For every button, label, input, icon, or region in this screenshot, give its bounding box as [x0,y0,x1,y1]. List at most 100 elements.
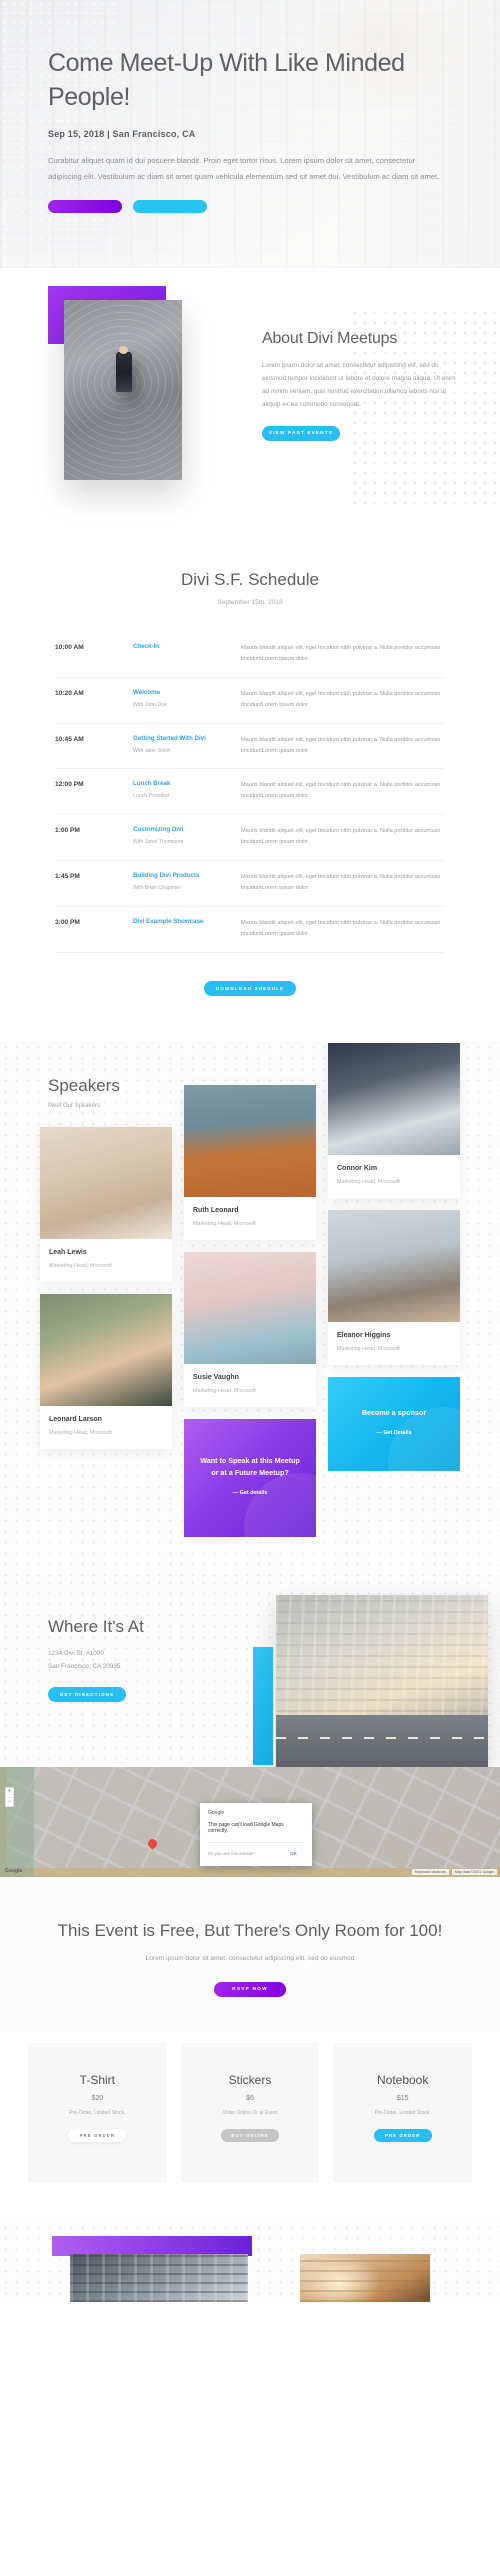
schedule-session: Welcome With John Doe [133,689,241,708]
product-order-button[interactable]: BUY ONLINE [221,2129,279,2143]
schedule-session-title[interactable]: Building Divi Products [133,872,241,879]
product-order-button[interactable]: PRE ORDER [373,2129,432,2143]
location-title: Where It's At [48,1616,144,1636]
location-city-image [276,1594,488,1767]
product-note: Pre-Order, Limited Stock. [69,2110,126,2117]
about-title: About Divi Meetups [262,330,398,347]
speakers-column-1: Leah Lewis Marketing Head, Microsoft Leo… [40,1126,172,1449]
speaker-name: Susie Vaughn [193,1373,239,1381]
speaker-role: Marketing Head, Microsoft [49,1262,112,1269]
dialog-ok-button[interactable]: OK [283,1849,304,1858]
rsvp-section: This Event is Free, But There's Only Roo… [0,1876,500,2032]
schedule-session-speaker: With Brian Chapman [133,885,181,892]
speaker-photo [40,1293,172,1406]
address-line-1: 1234 Divi St. #1000 [48,1649,104,1657]
schedule-session: Building Divi Products With Brian Chapman [133,872,241,891]
speaker-name: Leonard Larson [49,1415,102,1423]
product-note: Order Online Or at Event [222,2110,278,2117]
product-name: T-Shirt [79,2073,115,2088]
schedule-time: 3:00 PM [55,918,80,926]
sponsor-promo-link[interactable]: — Get Details [342,1430,446,1436]
schedule-table: 10:00 AM Check-In Mauris blandit aliquet e… [55,632,445,953]
map-section[interactable]: + − Google This page can't load Google M… [0,1766,500,1877]
zoom-out-button[interactable]: − [6,1796,13,1806]
schedule-session-title[interactable]: Lunch Break [133,780,241,787]
schedule-row: 1:45 PM Building Divi Products With Brian … [55,861,445,907]
map-data-label: Map data ©2021 Google [451,1868,497,1875]
zoom-in-button[interactable]: + [6,1788,13,1797]
schedule-session-speaker: Lunch Provided [133,793,170,800]
product-note: Pre-Order, Limited Stock. [374,2110,431,2117]
speaker-card[interactable]: Eleanor Higgins Marketing Head, Microsof… [328,1209,460,1365]
speakers-column-3: Connor Kim Marketing Head, Microsoft Ele… [328,1042,460,1471]
download-schedule-button[interactable]: DOWNLOAD SHEDULE [204,980,296,996]
product-order-button[interactable]: PRE ORDER [68,2129,127,2143]
speak-promo-link[interactable]: — Get details [198,1490,302,1496]
view-past-events-button[interactable]: VIEW PAST EVENTS [262,425,340,441]
speaker-card[interactable]: Susie Vaughn Marketing Head, Microsoft [184,1251,316,1407]
sponsor-promo-title: Become a sponsor [361,1408,427,1418]
speaker-card[interactable]: Leonard Larson Marketing Head, Microsoft [40,1293,172,1449]
footer-teaser-section [0,2222,500,2303]
speaker-name: Eleanor Higgins [337,1331,391,1339]
teaser-gradient-accent [52,2236,252,2257]
speaker-photo [184,1251,316,1364]
rsvp-subtitle: Lorem ipsum dolor sit amet, consectetur … [145,1955,355,1963]
schedule-row: 10:20 AM Welcome With John Doe Mauris bland… [55,678,445,724]
about-body: Lorem ipsum dolor sit amet, consectetur … [262,362,456,409]
hero-secondary-button[interactable] [133,200,207,214]
speaker-photo [328,1209,460,1322]
speaker-card[interactable]: Ruth Leonard Marketing Head, Microsoft [184,1084,316,1240]
keyboard-shortcuts-label[interactable]: Keyboard shortcuts [411,1868,449,1875]
product-price: $20 [91,2095,104,2103]
schedule-session: Divi Example Showcase [133,918,241,925]
schedule-session: Getting Started With Divi With Jane Smith [133,735,241,754]
schedule-row: 3:00 PM Divi Example Showcase Mauris bland… [55,907,445,953]
schedule-session-speaker: With Jane Smith [133,747,171,754]
map-zoom-controls[interactable]: + − [5,1786,14,1807]
schedule-time: 10:00 AM [55,644,84,651]
speakers-grid: Leah Lewis Marketing Head, Microsoft Leo… [0,1042,500,1537]
rsvp-now-button[interactable]: RSVP NOW [214,1982,286,1998]
schedule-time: 10:45 AM [55,735,84,743]
speaker-card[interactable]: Connor Kim Marketing Head, Microsoft [328,1042,460,1198]
speaker-photo [40,1126,172,1239]
hero-primary-button[interactable] [48,200,122,214]
schedule-time: 12:00 PM [55,781,84,789]
speaker-role: Marketing Head, Microsoft [337,1178,400,1185]
speaker-role: Marketing Head, Microsoft [193,1387,256,1394]
schedule-time: 1:45 PM [55,873,80,881]
schedule-session: Customizing Divi With Janet Thompson [133,826,241,845]
speaker-card[interactable]: Leah Lewis Marketing Head, Microsoft [40,1126,172,1282]
schedule-title: Divi S.F. Schedule [181,570,319,589]
become-sponsor-promo[interactable]: Become a sponsor — Get Details [328,1376,460,1471]
address-line-2: San Francisco, CA 20935 [48,1662,121,1670]
schedule-session-title[interactable]: Divi Example Showcase [133,918,241,925]
google-logo: Google [5,1867,23,1874]
location-section: Where It's At 1234 Divi St. #1000 San Fr… [0,1576,500,1767]
dialog-title: Google [208,1809,225,1816]
dialog-owner-link[interactable]: Do you own this website? [208,1851,255,1856]
location-accent-bar [253,1646,273,1765]
location-image-road [276,1714,488,1767]
product-price: $15 [396,2095,409,2103]
schedule-session-description: Mauris blandit aliquet elit, eget tincid… [241,828,441,846]
speak-at-meetup-promo[interactable]: Want to Speak at this Meetup or at a Fut… [184,1418,316,1537]
speaker-photo [328,1042,460,1155]
schedule-session-title[interactable]: Getting Started With Divi [133,735,241,742]
hero-description: Curabitur aliquet quam id dui posuere bl… [48,156,440,181]
schedule-session-title[interactable]: Check-In [133,643,241,650]
schedule-subtitle: September 15th, 2018 [217,599,283,606]
location-content: Where It's At 1234 Divi St. #1000 San Fr… [48,1617,238,1703]
get-directions-button[interactable]: GET DIRECTIONS [48,1687,126,1703]
about-image-person [116,346,132,392]
schedule-session-description: Mauris blandit aliquet elit, eget tincid… [241,690,441,708]
schedule-session-title[interactable]: Customizing Divi [133,826,241,833]
schedule-time: 1:00 PM [55,827,80,835]
schedule-session-title[interactable]: Welcome [133,689,241,696]
speak-promo-title: Want to Speak at this Meetup or at a Fut… [200,1456,300,1478]
speaker-name: Connor Kim [337,1164,378,1172]
speaker-name: Leah Lewis [49,1248,87,1256]
schedule-session-description: Mauris blandit aliquet elit, eget tincid… [241,782,441,800]
product-card: T-Shirt $20 Pre-Order, Limited Stock. PRE O… [28,2043,167,2183]
